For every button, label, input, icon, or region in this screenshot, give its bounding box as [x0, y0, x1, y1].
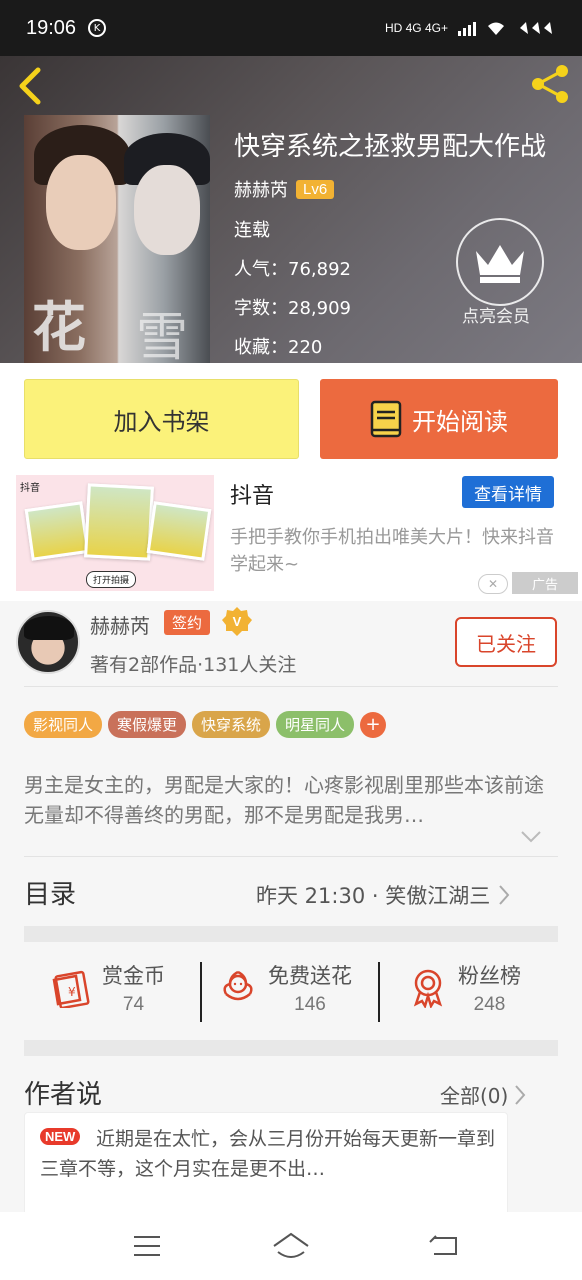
book-popularity: 人气：76,892: [234, 259, 351, 280]
cover-calligraphy-2: 雪: [136, 308, 189, 363]
section-band: [24, 1040, 558, 1056]
stat-value: 248: [473, 994, 506, 1015]
toc-title[interactable]: 目录: [24, 874, 76, 911]
signed-badge: 签约: [164, 610, 211, 635]
divider: [200, 962, 202, 1022]
ad-close-button[interactable]: ✕: [478, 574, 508, 594]
divider: [24, 856, 558, 857]
back-icon[interactable]: [428, 1234, 460, 1258]
red-envelope-icon: ¥: [52, 970, 90, 1008]
book-author-row: 赫赫芮 Lv6: [234, 176, 335, 202]
stat-label: 赏金币: [102, 964, 165, 988]
status-bar: 19:06 K HD 4G 4G+: [0, 0, 582, 56]
latest-chapter: 昨天 21:30 · 笑傲江湖三: [256, 884, 491, 908]
book-description[interactable]: 男主是女主的，男配是大家的！心疼影视剧里那些本该前途无量却不得善终的男配，那不是…: [24, 770, 558, 830]
divider: [378, 962, 380, 1022]
battery-icon: [520, 22, 552, 34]
follow-button[interactable]: 已关注: [455, 617, 557, 667]
medal-icon: [413, 969, 443, 1008]
tag-item[interactable]: 影视同人: [24, 711, 103, 738]
ad-details-button[interactable]: 查看详情: [462, 476, 554, 508]
section-band: [24, 926, 558, 942]
avatar[interactable]: [16, 610, 80, 674]
cover-calligraphy-1: 花: [32, 295, 86, 359]
author-say-all-link[interactable]: 全部(0): [440, 1080, 526, 1109]
status-time: 19:06: [26, 16, 77, 39]
vip-label: 点亮会员: [462, 307, 530, 327]
book-icon: [370, 400, 402, 438]
book-cover[interactable]: 花 雪: [24, 115, 210, 363]
k-icon: K: [88, 19, 107, 37]
book-favorites: 收藏：220: [234, 337, 323, 358]
network-label: HD 4G 4G+: [384, 21, 448, 35]
svg-text:¥: ¥: [68, 985, 76, 999]
chevron-right-icon: [499, 885, 510, 905]
home-icon[interactable]: [272, 1232, 310, 1260]
fan-rank-button[interactable]: 粉丝榜 248: [408, 960, 521, 1016]
tag-item[interactable]: 明星同人: [276, 711, 355, 738]
reward-coin-button[interactable]: ¥ 赏金币 74: [50, 960, 165, 1016]
add-to-shelf-button[interactable]: 加入书架: [24, 379, 299, 459]
book-word-count: 字数：28,909: [234, 298, 351, 319]
author-name[interactable]: 赫赫芮: [90, 610, 150, 639]
verified-v-icon: V: [222, 607, 252, 636]
chevron-right-icon: [515, 1084, 526, 1105]
share-icon[interactable]: [528, 62, 572, 106]
book-title: 快穿系统之拯救男配大作战: [234, 132, 547, 162]
signal-icon: [458, 20, 476, 36]
more-tags-button[interactable]: +: [360, 711, 387, 738]
stat-label: 粉丝榜: [458, 964, 521, 988]
ad-image[interactable]: 抖音 打开拍摄: [16, 475, 214, 591]
new-badge: NEW: [40, 1128, 81, 1145]
author-say-title: 作者说: [24, 1080, 103, 1110]
tag-item[interactable]: 快穿系统: [192, 711, 271, 738]
ad-brand-logo: 抖音: [20, 483, 40, 494]
crown-icon: [476, 245, 524, 283]
svg-text:V: V: [233, 614, 242, 629]
menu-icon[interactable]: [132, 1234, 162, 1258]
system-nav-bar: [0, 1212, 582, 1280]
vip-crown-button[interactable]: [456, 218, 544, 306]
ad-description: 手把手教你手机拍出唯美大片！快来抖音学起来~: [230, 527, 554, 575]
author-stats: 著有2部作品·131人关注: [90, 654, 297, 676]
start-reading-button[interactable]: 开始阅读: [320, 379, 558, 459]
ad-image-tag: 打开拍摄: [86, 571, 137, 588]
latest-chapter-link[interactable]: 昨天 21:30 · 笑傲江湖三: [256, 880, 510, 910]
status-icons: HD 4G 4G+: [385, 20, 556, 36]
author-say-count: 全部(0): [440, 1084, 509, 1108]
divider: [24, 686, 558, 687]
stat-value: 146: [294, 994, 326, 1015]
ad-title: 抖音: [230, 484, 275, 509]
stat-value: 74: [122, 994, 145, 1015]
start-reading-label: 开始阅读: [412, 407, 508, 436]
tag-list: 影视同人 寒假爆更 快穿系统 明星同人 +: [24, 711, 387, 738]
chevron-down-icon[interactable]: [520, 830, 542, 844]
author-say-text: 近期是在太忙，会从三月份开始每天更新一章到三章不等，这个月实在是更不出…: [40, 1128, 496, 1180]
wifi-icon: [488, 22, 504, 35]
ad-label: 广告: [512, 572, 578, 594]
stat-label: 免费送花: [268, 964, 352, 988]
back-arrow-icon[interactable]: [16, 66, 46, 106]
flower-icon: [223, 970, 253, 1001]
tag-item[interactable]: 寒假爆更: [108, 711, 187, 738]
add-to-shelf-label: 加入书架: [113, 407, 210, 436]
book-author[interactable]: 赫赫芮: [234, 176, 288, 202]
free-flower-button[interactable]: 免费送花 146: [218, 960, 352, 1016]
level-badge: Lv6: [296, 179, 335, 199]
book-status: 连载: [234, 220, 270, 241]
